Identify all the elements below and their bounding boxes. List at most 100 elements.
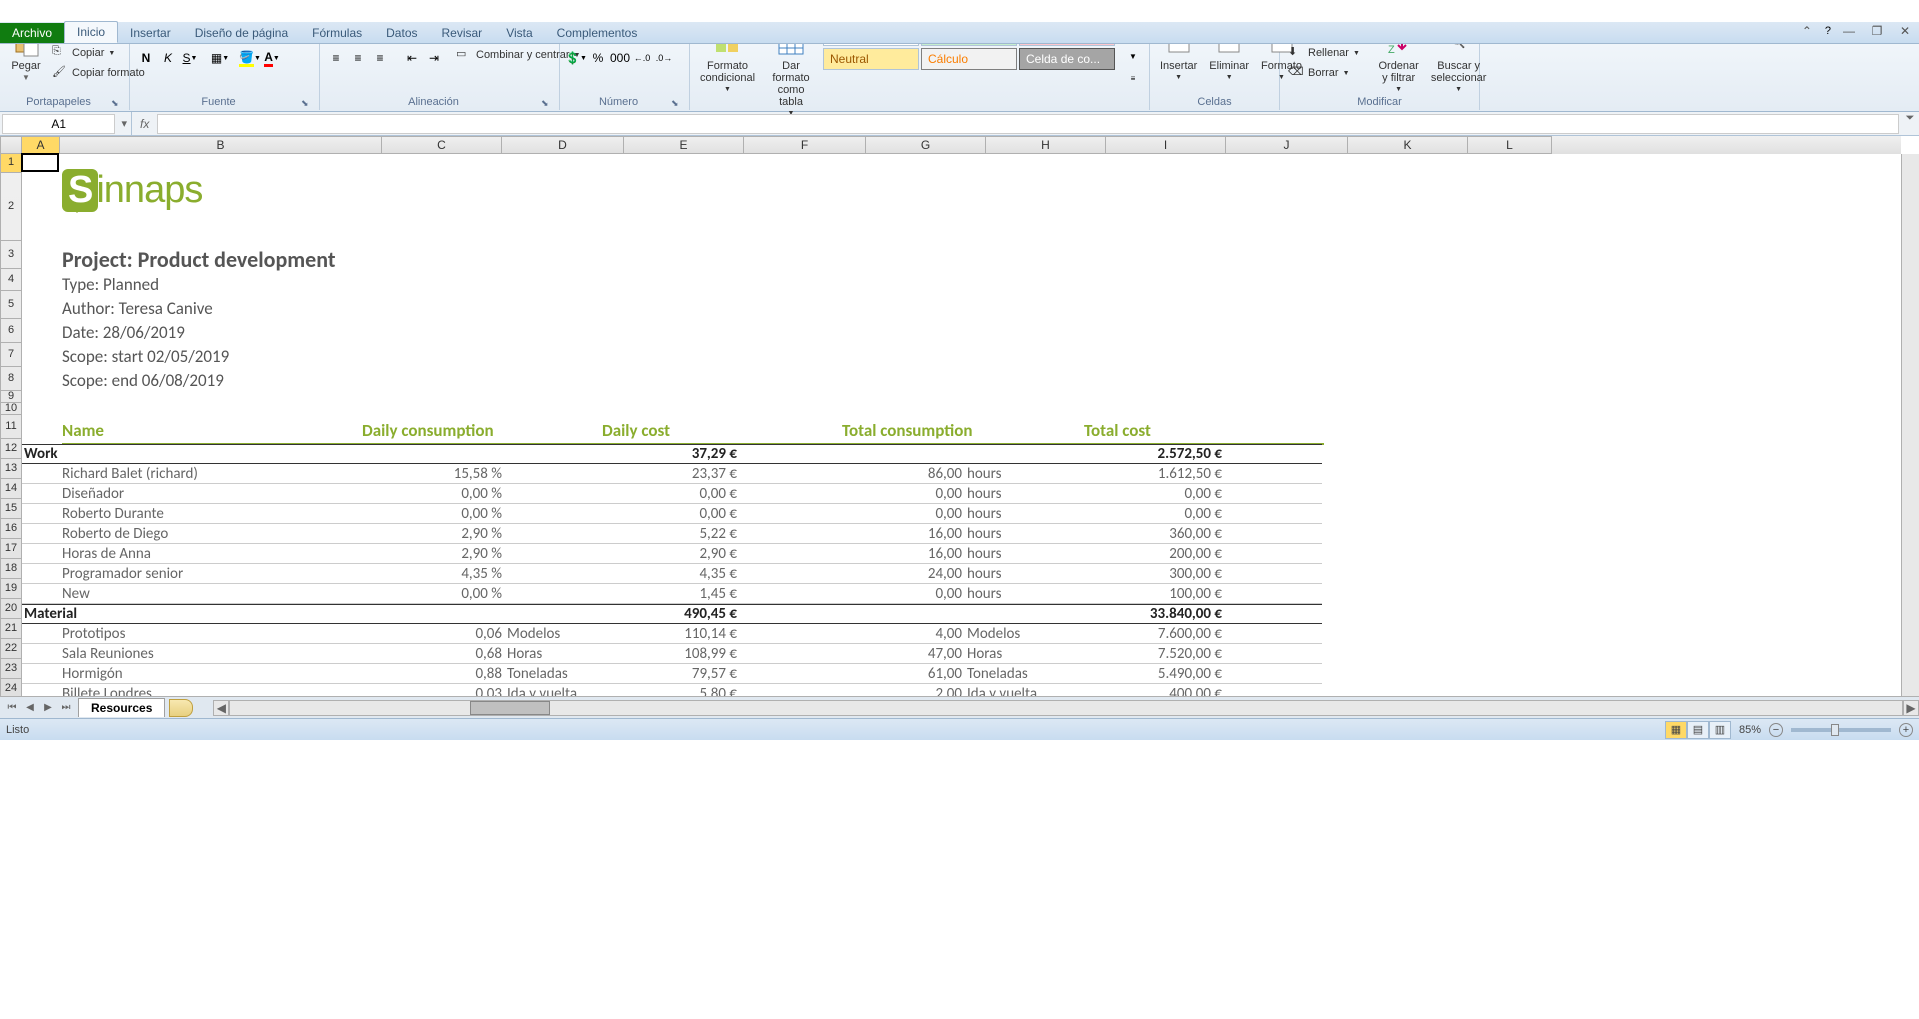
row-header-10[interactable]: 10	[0, 403, 22, 415]
col-header-F[interactable]: F	[744, 136, 866, 154]
hscroll-thumb[interactable]	[470, 701, 550, 715]
hscroll-right[interactable]: ▶	[1903, 700, 1919, 716]
row-header-12[interactable]: 12	[0, 439, 22, 459]
number-launcher[interactable]: ⬊	[671, 98, 683, 110]
new-sheet-button[interactable]	[169, 699, 193, 717]
row-header-21[interactable]: 21	[0, 619, 22, 639]
row-header-2[interactable]: 2	[0, 173, 22, 241]
row-header-19[interactable]: 19	[0, 579, 22, 599]
clear-button[interactable]: ⌫Borrar▼	[1286, 64, 1370, 82]
row-header-24[interactable]: 24	[0, 679, 22, 696]
row-header-15[interactable]: 15	[0, 499, 22, 519]
tab-insertar[interactable]: Insertar	[118, 23, 183, 43]
increase-decimal-button[interactable]: ←.0	[632, 48, 652, 68]
styles-more[interactable]: ≡	[1123, 68, 1143, 88]
fill-color-button[interactable]: 🪣▼	[240, 48, 260, 68]
view-page-break-button[interactable]: ▥	[1709, 721, 1731, 739]
row-header-1[interactable]: 1	[0, 154, 22, 173]
style-calculation[interactable]: Cálculo	[921, 48, 1017, 70]
fx-icon[interactable]: fx	[132, 117, 157, 131]
row-header-16[interactable]: 16	[0, 519, 22, 539]
underline-button[interactable]: S▼	[180, 48, 200, 68]
window-close-icon[interactable]: ✕	[1895, 24, 1915, 38]
view-page-layout-button[interactable]: ▤	[1687, 721, 1709, 739]
align-right-button[interactable]: ≡	[370, 48, 390, 68]
row-header-7[interactable]: 7	[0, 343, 22, 367]
tab-inicio[interactable]: Inicio	[64, 21, 118, 43]
increase-indent-button[interactable]: ⇥	[424, 48, 444, 68]
style-neutral[interactable]: Neutral	[823, 48, 919, 70]
align-left-button[interactable]: ≡	[326, 48, 346, 68]
styles-scroll-down[interactable]: ▼	[1123, 46, 1143, 66]
font-launcher[interactable]: ⬊	[301, 98, 313, 110]
row-header-4[interactable]: 4	[0, 269, 22, 291]
select-all-corner[interactable]	[0, 136, 22, 154]
col-header-E[interactable]: E	[624, 136, 744, 154]
vertical-scrollbar[interactable]	[1901, 154, 1919, 696]
col-header-I[interactable]: I	[1106, 136, 1226, 154]
comma-format-button[interactable]: 000	[610, 48, 630, 68]
bold-button[interactable]: N	[136, 48, 156, 68]
row-header-6[interactable]: 6	[0, 319, 22, 343]
zoom-in-button[interactable]: +	[1899, 723, 1913, 737]
view-normal-button[interactable]: ▦	[1665, 721, 1687, 739]
col-header-G[interactable]: G	[866, 136, 986, 154]
row-header-18[interactable]: 18	[0, 559, 22, 579]
accounting-format-button[interactable]: 💲▼	[566, 48, 586, 68]
row-header-3[interactable]: 3	[0, 241, 22, 269]
col-header-A[interactable]: A	[22, 136, 60, 154]
decrease-decimal-button[interactable]: .0→	[654, 48, 674, 68]
fill-button[interactable]: ⬇Rellenar▼	[1286, 44, 1370, 62]
col-header-J[interactable]: J	[1226, 136, 1348, 154]
decrease-indent-button[interactable]: ⇤	[402, 48, 422, 68]
help-icon[interactable]: ?	[1825, 25, 1831, 37]
hscroll-left[interactable]: ◀	[213, 700, 229, 716]
row-header-22[interactable]: 22	[0, 639, 22, 659]
row-header-20[interactable]: 20	[0, 599, 22, 619]
clipboard-launcher[interactable]: ⬊	[111, 98, 123, 110]
horizontal-scrollbar[interactable]	[229, 700, 1903, 716]
col-header-D[interactable]: D	[502, 136, 624, 154]
font-color-button[interactable]: A▼	[262, 48, 282, 68]
window-minimize-icon[interactable]: ―	[1839, 24, 1859, 38]
tab-complementos[interactable]: Complementos	[545, 23, 650, 43]
zoom-thumb[interactable]	[1831, 724, 1839, 736]
col-header-H[interactable]: H	[986, 136, 1106, 154]
border-button[interactable]: ▦▼	[210, 48, 230, 68]
minimize-ribbon-icon[interactable]: ⌃	[1797, 24, 1817, 38]
formula-input[interactable]	[157, 114, 1899, 134]
zoom-out-button[interactable]: −	[1769, 723, 1783, 737]
row-header-8[interactable]: 8	[0, 367, 22, 391]
row-header-5[interactable]: 5	[0, 291, 22, 319]
window-restore-icon[interactable]: ❐	[1867, 24, 1887, 38]
row-header-13[interactable]: 13	[0, 459, 22, 479]
expand-formula-bar[interactable]: ⏷	[1901, 112, 1919, 135]
sheet-nav-next[interactable]: ▶	[40, 700, 56, 716]
col-header-L[interactable]: L	[1468, 136, 1552, 154]
tab-file[interactable]: Archivo	[0, 23, 64, 43]
name-box-dropdown[interactable]: ▾	[117, 117, 131, 130]
sheet-nav-first[interactable]: ⏮	[4, 700, 20, 716]
cells-viewport[interactable]: Sinnaps Project: Product development Typ…	[22, 154, 1901, 696]
tab-fórmulas[interactable]: Fórmulas	[300, 23, 374, 43]
tab-vista[interactable]: Vista	[494, 23, 544, 43]
row-header-23[interactable]: 23	[0, 659, 22, 679]
col-header-K[interactable]: K	[1348, 136, 1468, 154]
col-header-C[interactable]: C	[382, 136, 502, 154]
tab-datos[interactable]: Datos	[374, 23, 429, 43]
alignment-launcher[interactable]: ⬊	[541, 98, 553, 110]
zoom-slider[interactable]	[1791, 728, 1891, 732]
sheet-nav-prev[interactable]: ◀	[22, 700, 38, 716]
percent-format-button[interactable]: %	[588, 48, 608, 68]
style-check-cell[interactable]: Celda de co...	[1019, 48, 1115, 70]
name-box-input[interactable]	[2, 114, 115, 134]
row-header-17[interactable]: 17	[0, 539, 22, 559]
tab-diseño-de-página[interactable]: Diseño de página	[183, 23, 300, 43]
zoom-percent[interactable]: 85%	[1739, 724, 1761, 736]
sheet-tab-resources[interactable]: Resources	[78, 698, 165, 717]
italic-button[interactable]: K	[158, 48, 178, 68]
col-header-B[interactable]: B	[60, 136, 382, 154]
tab-revisar[interactable]: Revisar	[430, 23, 495, 43]
row-header-14[interactable]: 14	[0, 479, 22, 499]
sheet-nav-last[interactable]: ⏭	[58, 700, 74, 716]
